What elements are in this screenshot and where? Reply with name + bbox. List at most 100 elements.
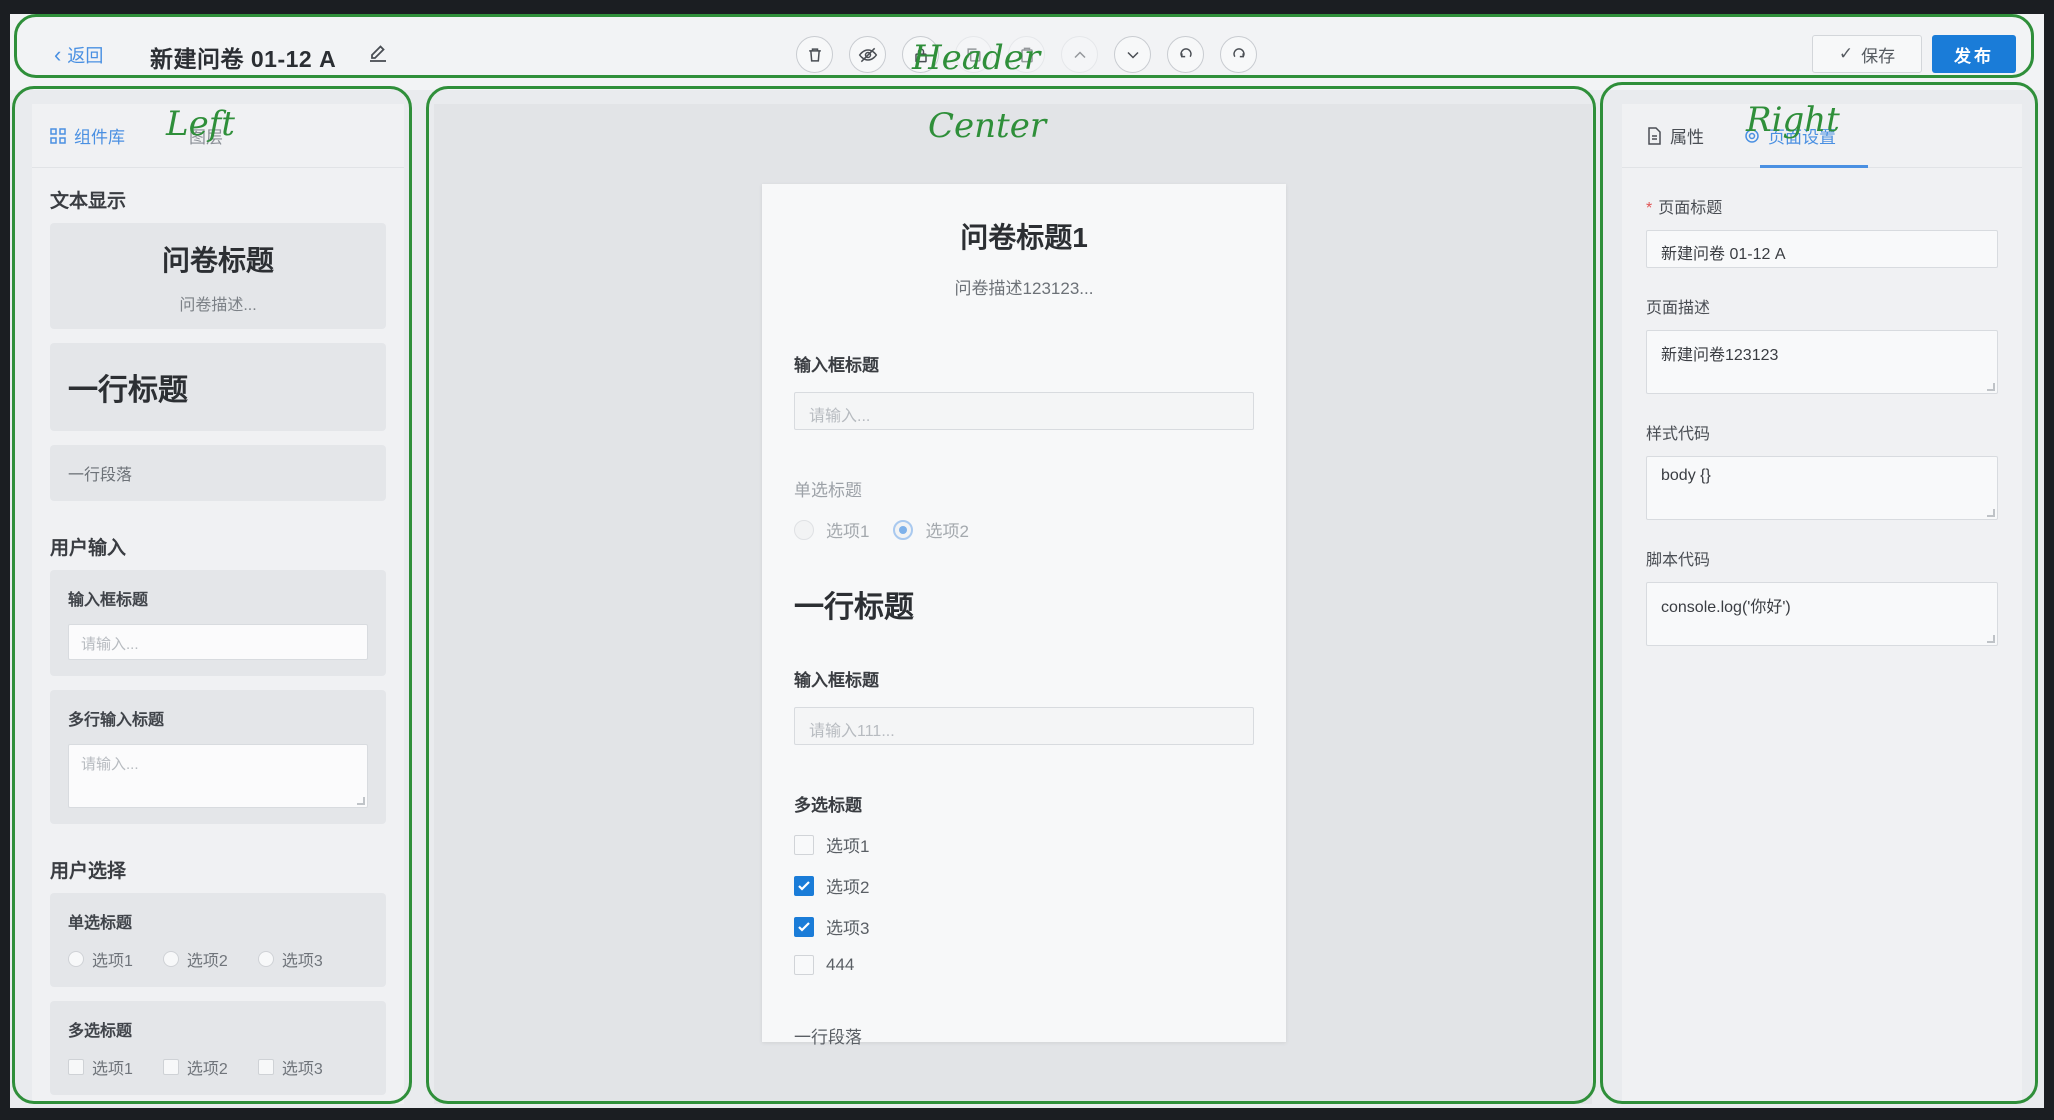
chevron-left-icon: ‹ xyxy=(54,42,62,67)
app-screen: ‹ 返回 新建问卷 01-12 A ✓ 保存 发布 组件库 图层 文本显示 问卷… xyxy=(10,14,2044,1108)
component-checkbox-card[interactable]: 多选标题 选项1 选项2 选项3 xyxy=(50,1001,386,1095)
arrow-up-icon xyxy=(1073,50,1086,58)
canvas-paragraph-block[interactable]: 一行段落 xyxy=(794,1023,1254,1048)
component-textarea-preview: 请输入... xyxy=(68,744,368,808)
input-label: 输入框标题 xyxy=(794,356,879,375)
group-title-user-select: 用户选择 xyxy=(50,861,127,882)
option-label: 选项3 xyxy=(826,919,870,938)
radio-option[interactable]: 选项1 xyxy=(794,517,869,542)
input-label: 输入框标题 xyxy=(794,671,879,690)
checkbox-icon xyxy=(257,1059,274,1075)
checkbox-option: 选项3 xyxy=(257,1055,323,1079)
page-title-input[interactable]: 新建问卷 01-12 A xyxy=(1646,230,1998,268)
undo-icon xyxy=(1179,47,1192,57)
survey-title[interactable]: 问卷标题1 xyxy=(762,216,1286,256)
annotation-label-center: Center xyxy=(928,106,1047,146)
group-title-user-input: 用户输入 xyxy=(50,538,127,559)
page-desc-textarea[interactable]: 新建问卷123123 xyxy=(1646,330,1998,394)
canvas-input-block-1[interactable]: 输入框标题 请输入... xyxy=(794,351,1254,430)
eye-off-icon xyxy=(858,47,877,62)
save-label: 保存 xyxy=(1861,46,1896,66)
left-panel: 组件库 图层 文本显示 问卷标题 问卷描述... 一行标题 一行段落 用户输入 … xyxy=(32,104,404,1104)
radio-option: 选项1 xyxy=(68,947,133,971)
radio-option: 选项2 xyxy=(162,947,228,971)
back-label: 返回 xyxy=(67,46,104,66)
style-code-textarea[interactable]: body {} xyxy=(1646,456,1998,520)
page-title: 新建问卷 01-12 A xyxy=(150,46,337,72)
tab-properties[interactable]: 属性 xyxy=(1646,123,1704,148)
textarea-value: console.log('你好') xyxy=(1661,599,1791,616)
component-heading-card[interactable]: 一行标题 xyxy=(50,343,386,431)
survey-canvas[interactable]: 问卷标题1 问卷描述123123... 输入框标题 请输入... 单选标题 选项… xyxy=(762,184,1286,1047)
checkbox-option[interactable]: 444 xyxy=(794,955,1254,975)
component-textarea-card[interactable]: 多行输入标题 请输入... xyxy=(50,690,386,824)
hide-button[interactable] xyxy=(849,36,886,73)
move-down-button[interactable] xyxy=(1114,36,1151,73)
check-icon: ✓ xyxy=(1838,44,1854,63)
field-label: 脚本代码 xyxy=(1646,552,1711,569)
edit-icon[interactable] xyxy=(366,41,390,65)
textarea-value: 新建问卷123123 xyxy=(1661,347,1779,364)
file-icon xyxy=(1648,126,1661,145)
resize-grip-icon xyxy=(1987,509,1995,517)
radio-option-selected[interactable]: 选项2 xyxy=(893,517,969,542)
save-button[interactable]: ✓ 保存 xyxy=(1812,35,1922,73)
option-label: 选项1 xyxy=(826,522,870,541)
canvas-input-block-2[interactable]: 输入框标题 请输入111... xyxy=(794,666,1254,745)
component-title-text: 问卷标题 xyxy=(161,245,274,276)
checkbox-checked-icon xyxy=(794,875,814,896)
publish-button[interactable]: 发布 xyxy=(1932,35,2016,73)
resize-grip-icon xyxy=(1987,383,1995,391)
canvas-radio-block[interactable]: 单选标题 选项1 选项2 xyxy=(794,476,1254,558)
input-field[interactable]: 请输入... xyxy=(794,392,1254,430)
delete-button[interactable] xyxy=(796,36,833,73)
field-page-desc: 页面描述 新建问卷123123 xyxy=(1622,294,2022,394)
checkbox-icon xyxy=(794,834,814,855)
back-button[interactable]: ‹ 返回 xyxy=(54,42,103,68)
component-title-card[interactable]: 问卷标题 问卷描述... xyxy=(50,223,386,329)
checkbox-label: 多选标题 xyxy=(794,796,862,815)
component-paragraph-card[interactable]: 一行段落 xyxy=(50,445,386,501)
option-label: 选项2 xyxy=(925,522,969,541)
option-label: 444 xyxy=(826,955,855,974)
annotation-label-header: Header xyxy=(912,38,1041,78)
option-label: 选项1 xyxy=(92,1061,133,1078)
field-label: 样式代码 xyxy=(1646,426,1711,443)
undo-button[interactable] xyxy=(1167,36,1204,73)
checkbox-option[interactable]: 选项1 xyxy=(794,832,1254,857)
checkbox-icon xyxy=(68,1059,84,1075)
checkbox-option-checked[interactable]: 选项3 xyxy=(794,914,1254,939)
radio-icon xyxy=(794,519,814,540)
canvas-checkbox-block[interactable]: 多选标题 选项1 选项2 选项3 444 xyxy=(794,791,1254,975)
resize-grip-icon xyxy=(1987,635,1995,643)
grid-icon xyxy=(50,127,66,144)
resize-grip-icon xyxy=(357,797,365,805)
option-label: 选项1 xyxy=(92,953,133,970)
move-up-button[interactable] xyxy=(1061,36,1098,73)
component-input-card[interactable]: 输入框标题 请输入... xyxy=(50,570,386,676)
option-label: 选项3 xyxy=(281,953,323,970)
tab-label: 组件库 xyxy=(74,128,125,147)
radio-icon xyxy=(68,951,84,967)
radio-label: 单选标题 xyxy=(794,481,862,500)
input-field[interactable]: 请输入111... xyxy=(794,707,1254,745)
paragraph-text: 一行段落 xyxy=(794,1028,862,1047)
checkbox-icon xyxy=(162,1059,179,1075)
option-label: 选项3 xyxy=(281,1061,323,1078)
tab-component-library[interactable]: 组件库 xyxy=(50,123,125,148)
component-radio-card[interactable]: 单选标题 选项1 选项2 选项3 xyxy=(50,893,386,987)
radio-option: 选项3 xyxy=(257,947,323,971)
script-code-textarea[interactable]: console.log('你好') xyxy=(1646,582,1998,646)
radio-options: 选项1 选项2 选项3 xyxy=(68,947,368,971)
redo-button[interactable] xyxy=(1220,36,1257,73)
group-title-text-display: 文本显示 xyxy=(50,191,127,212)
option-label: 选项1 xyxy=(826,837,870,856)
label-text: 页面标题 xyxy=(1658,200,1723,217)
checkbox-option-checked[interactable]: 选项2 xyxy=(794,873,1254,898)
canvas-heading-block[interactable]: 一行标题 xyxy=(794,582,1254,626)
center-canvas-area: 问卷标题1 问卷描述123123... 输入框标题 请输入... 单选标题 选项… xyxy=(434,104,1592,1104)
component-input-label: 输入框标题 xyxy=(68,592,149,609)
redo-icon xyxy=(1232,47,1245,57)
survey-desc[interactable]: 问卷描述123123... xyxy=(762,274,1286,299)
field-script-code: 脚本代码 console.log('你好') xyxy=(1622,546,2022,646)
